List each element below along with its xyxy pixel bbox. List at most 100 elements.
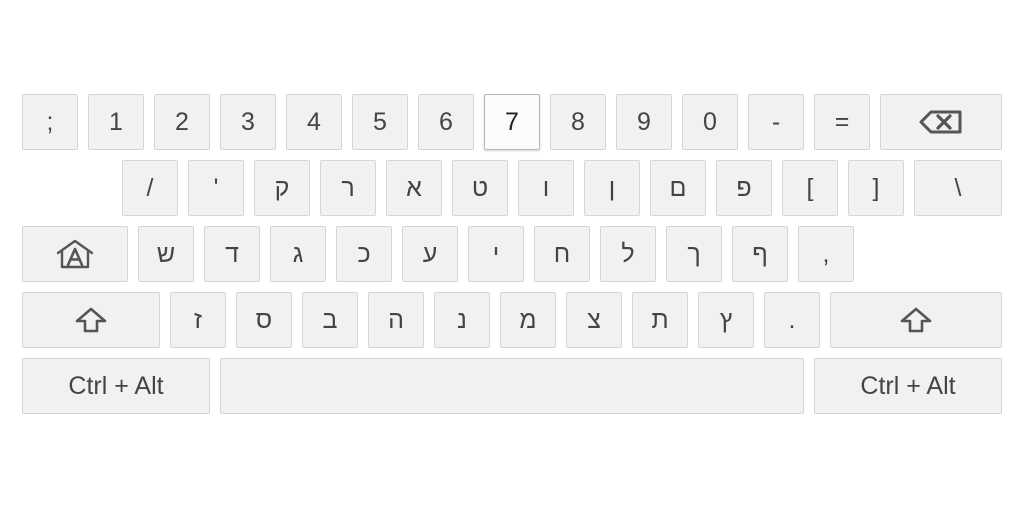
key-period[interactable]: .: [764, 292, 820, 348]
key-label: /: [146, 173, 154, 202]
key-label: ן: [608, 173, 616, 202]
key-label: ב: [322, 305, 338, 334]
key-ayin[interactable]: ע: [402, 226, 458, 282]
key-label: 0: [703, 107, 717, 136]
key-het[interactable]: ח: [534, 226, 590, 282]
key-yod[interactable]: י: [468, 226, 524, 282]
ctrl-alt-right-key[interactable]: Ctrl + Alt: [814, 358, 1002, 414]
key-label: \: [954, 173, 962, 202]
key-label: ש: [156, 239, 176, 268]
key-label: י: [492, 239, 500, 268]
key-backslash[interactable]: \: [914, 160, 1002, 216]
ctrl-alt-left-key[interactable]: Ctrl + Alt: [22, 358, 210, 414]
key-label: ת: [651, 305, 669, 334]
key-resh[interactable]: ר: [320, 160, 376, 216]
key-label: -: [771, 107, 781, 136]
key-3[interactable]: 3: [220, 94, 276, 150]
key-final-nun[interactable]: ן: [584, 160, 640, 216]
key-alef[interactable]: א: [386, 160, 442, 216]
key-label: ק: [274, 173, 290, 202]
key-tav[interactable]: ת: [632, 292, 688, 348]
spacebar-key[interactable]: [220, 358, 804, 414]
key-minus[interactable]: -: [748, 94, 804, 150]
key-label: ,: [822, 239, 830, 268]
key-lamed[interactable]: ל: [600, 226, 656, 282]
key-final-tsadi[interactable]: ץ: [698, 292, 754, 348]
key-label: א: [406, 173, 422, 202]
key-label: Ctrl + Alt: [68, 371, 164, 400]
key-label: 3: [241, 107, 255, 136]
key-dalet[interactable]: ד: [204, 226, 260, 282]
backspace-icon: [919, 110, 962, 134]
shift-arrow-icon: [75, 307, 107, 333]
key-he[interactable]: ה: [368, 292, 424, 348]
key-label: ל: [621, 239, 635, 268]
key-bet[interactable]: ב: [302, 292, 358, 348]
key-label: ': [213, 173, 219, 202]
home-altgr-icon: [56, 239, 94, 269]
key-equals[interactable]: =: [814, 94, 870, 150]
key-label: מ: [519, 305, 537, 334]
key-label: ה: [388, 305, 404, 334]
key-5[interactable]: 5: [352, 94, 408, 150]
key-label: ז: [193, 305, 203, 334]
key-label: ך: [687, 239, 701, 268]
key-tsadi[interactable]: צ: [566, 292, 622, 348]
key-label: ף: [752, 239, 768, 268]
key-9[interactable]: 9: [616, 94, 672, 150]
backspace-key[interactable]: [880, 94, 1002, 150]
shift-left-key[interactable]: [22, 292, 160, 348]
key-comma[interactable]: ,: [798, 226, 854, 282]
key-label: 9: [637, 107, 651, 136]
key-label: 7: [505, 107, 519, 136]
key-8[interactable]: 8: [550, 94, 606, 150]
key-semicolon[interactable]: ;: [22, 94, 78, 150]
key-right-bracket[interactable]: ]: [848, 160, 904, 216]
key-kaf[interactable]: כ: [336, 226, 392, 282]
key-tet[interactable]: ט: [452, 160, 508, 216]
key-vav[interactable]: ו: [518, 160, 574, 216]
key-mem[interactable]: מ: [500, 292, 556, 348]
key-label: 1: [109, 107, 123, 136]
key-label: פ: [736, 173, 752, 202]
key-label: ד: [225, 239, 239, 268]
key-label: 5: [373, 107, 387, 136]
key-slash[interactable]: /: [122, 160, 178, 216]
key-final-pe[interactable]: ף: [732, 226, 788, 282]
key-4[interactable]: 4: [286, 94, 342, 150]
shift-arrow-icon: [900, 307, 932, 333]
key-label: ו: [542, 173, 550, 202]
key-final-kaf[interactable]: ך: [666, 226, 722, 282]
key-label: ץ: [719, 305, 733, 334]
key-qof[interactable]: ק: [254, 160, 310, 216]
key-label: ט: [471, 173, 489, 202]
key-7-active[interactable]: 7: [484, 94, 540, 150]
key-label: 6: [439, 107, 453, 136]
shift-right-key[interactable]: [830, 292, 1002, 348]
key-label: 4: [307, 107, 321, 136]
key-label: ר: [341, 173, 355, 202]
key-2[interactable]: 2: [154, 94, 210, 150]
key-label: ]: [872, 173, 880, 202]
key-label: כ: [357, 239, 371, 268]
key-pe[interactable]: פ: [716, 160, 772, 216]
key-zayin[interactable]: ז: [170, 292, 226, 348]
key-6[interactable]: 6: [418, 94, 474, 150]
key-label: 8: [571, 107, 585, 136]
key-1[interactable]: 1: [88, 94, 144, 150]
key-gimel[interactable]: ג: [270, 226, 326, 282]
key-left-bracket[interactable]: [: [782, 160, 838, 216]
home-altgr-key[interactable]: [22, 226, 128, 282]
key-samekh[interactable]: ס: [236, 292, 292, 348]
key-label: 2: [175, 107, 189, 136]
key-apostrophe[interactable]: ': [188, 160, 244, 216]
virtual-keyboard: ; 1 2 3 4 5 6 7 8 9 0 - = / ' ק ר א ט ו …: [0, 0, 1024, 512]
key-shin[interactable]: ש: [138, 226, 194, 282]
key-0[interactable]: 0: [682, 94, 738, 150]
key-nun[interactable]: נ: [434, 292, 490, 348]
key-label: ח: [553, 239, 571, 268]
key-final-mem[interactable]: ם: [650, 160, 706, 216]
key-label: ם: [669, 173, 687, 202]
key-label: ג: [292, 239, 304, 268]
key-label: ע: [422, 239, 438, 268]
